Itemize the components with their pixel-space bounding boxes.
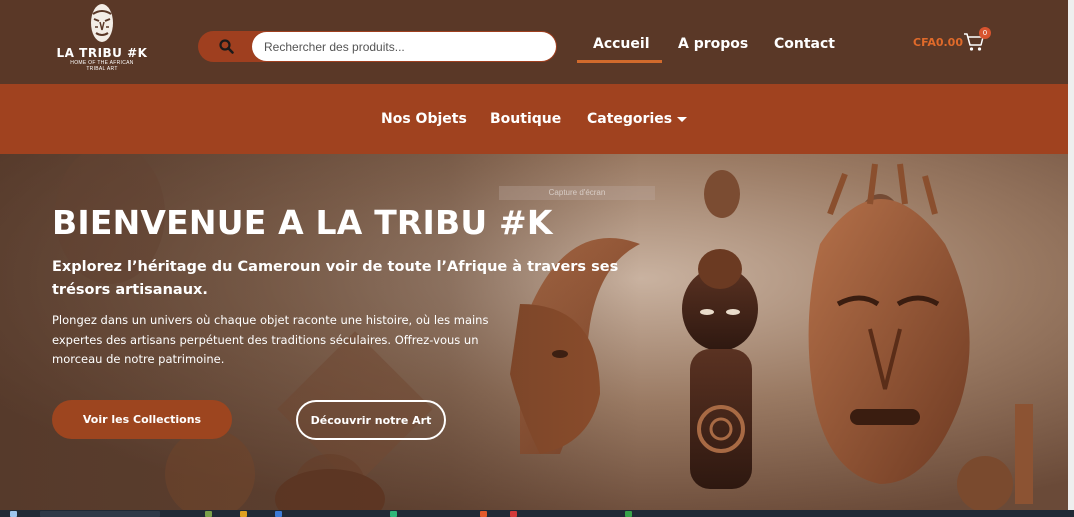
nav-accueil[interactable]: Accueil [593, 36, 650, 52]
search-input[interactable] [252, 32, 556, 61]
search-bar [198, 31, 557, 62]
cart-count-badge: 0 [979, 27, 991, 39]
discover-art-button[interactable]: Découvrir notre Art [296, 400, 446, 440]
logo-brand: LA TRIBU #K [56, 46, 148, 60]
page-scrollbar[interactable] [1068, 0, 1074, 510]
windows-start-icon[interactable] [10, 511, 17, 517]
chevron-down-icon[interactable] [677, 117, 687, 122]
hero-description: Plongez dans un univers où chaque objet … [52, 313, 489, 366]
subnav-nos-objets[interactable]: Nos Objets [381, 111, 467, 127]
taskbar-app-icon[interactable] [625, 511, 632, 517]
screenshot-overlay-label: Capture d'écran [499, 186, 655, 200]
nav-active-indicator [577, 60, 662, 63]
cart-amount[interactable]: CFA0.00 [913, 36, 963, 49]
nav-a-propos[interactable]: A propos [678, 36, 748, 52]
hero-subtitle: Explorez l’héritage du Cameroun voir de … [52, 259, 619, 298]
subnav-boutique[interactable]: Boutique [490, 111, 561, 127]
view-collections-button[interactable]: Voir les Collections [52, 400, 232, 439]
taskbar-search-icon[interactable] [40, 511, 160, 517]
search-icon [218, 39, 234, 54]
top-header: LA TRIBU #K HOME OF THE AFRICAN TRIBAL A… [0, 0, 1068, 84]
logo-tagline-line2: TRIBAL ART [86, 66, 118, 72]
taskbar-app-icon[interactable] [205, 511, 212, 517]
os-taskbar [0, 510, 1074, 517]
taskbar-app-icon[interactable] [390, 511, 397, 517]
taskbar-app-icon[interactable] [480, 511, 487, 517]
taskbar-app-icon[interactable] [275, 511, 282, 517]
nav-contact[interactable]: Contact [774, 36, 835, 52]
search-button[interactable] [198, 31, 254, 62]
subnav-categories[interactable]: Categories [587, 111, 672, 127]
taskbar-folder-icon[interactable] [240, 511, 247, 517]
secondary-nav: Nos Objets Boutique Categories [0, 84, 1068, 154]
hero-title: BIENVENUE A LA TRIBU #K [52, 203, 553, 242]
taskbar-app-icon[interactable] [510, 511, 517, 517]
mask-logo-icon [91, 4, 113, 42]
hero-banner: Capture d'écran BIENVENUE A LA TRIBU #K … [0, 154, 1068, 510]
site-logo[interactable]: LA TRIBU #K HOME OF THE AFRICAN TRIBAL A… [52, 2, 152, 76]
